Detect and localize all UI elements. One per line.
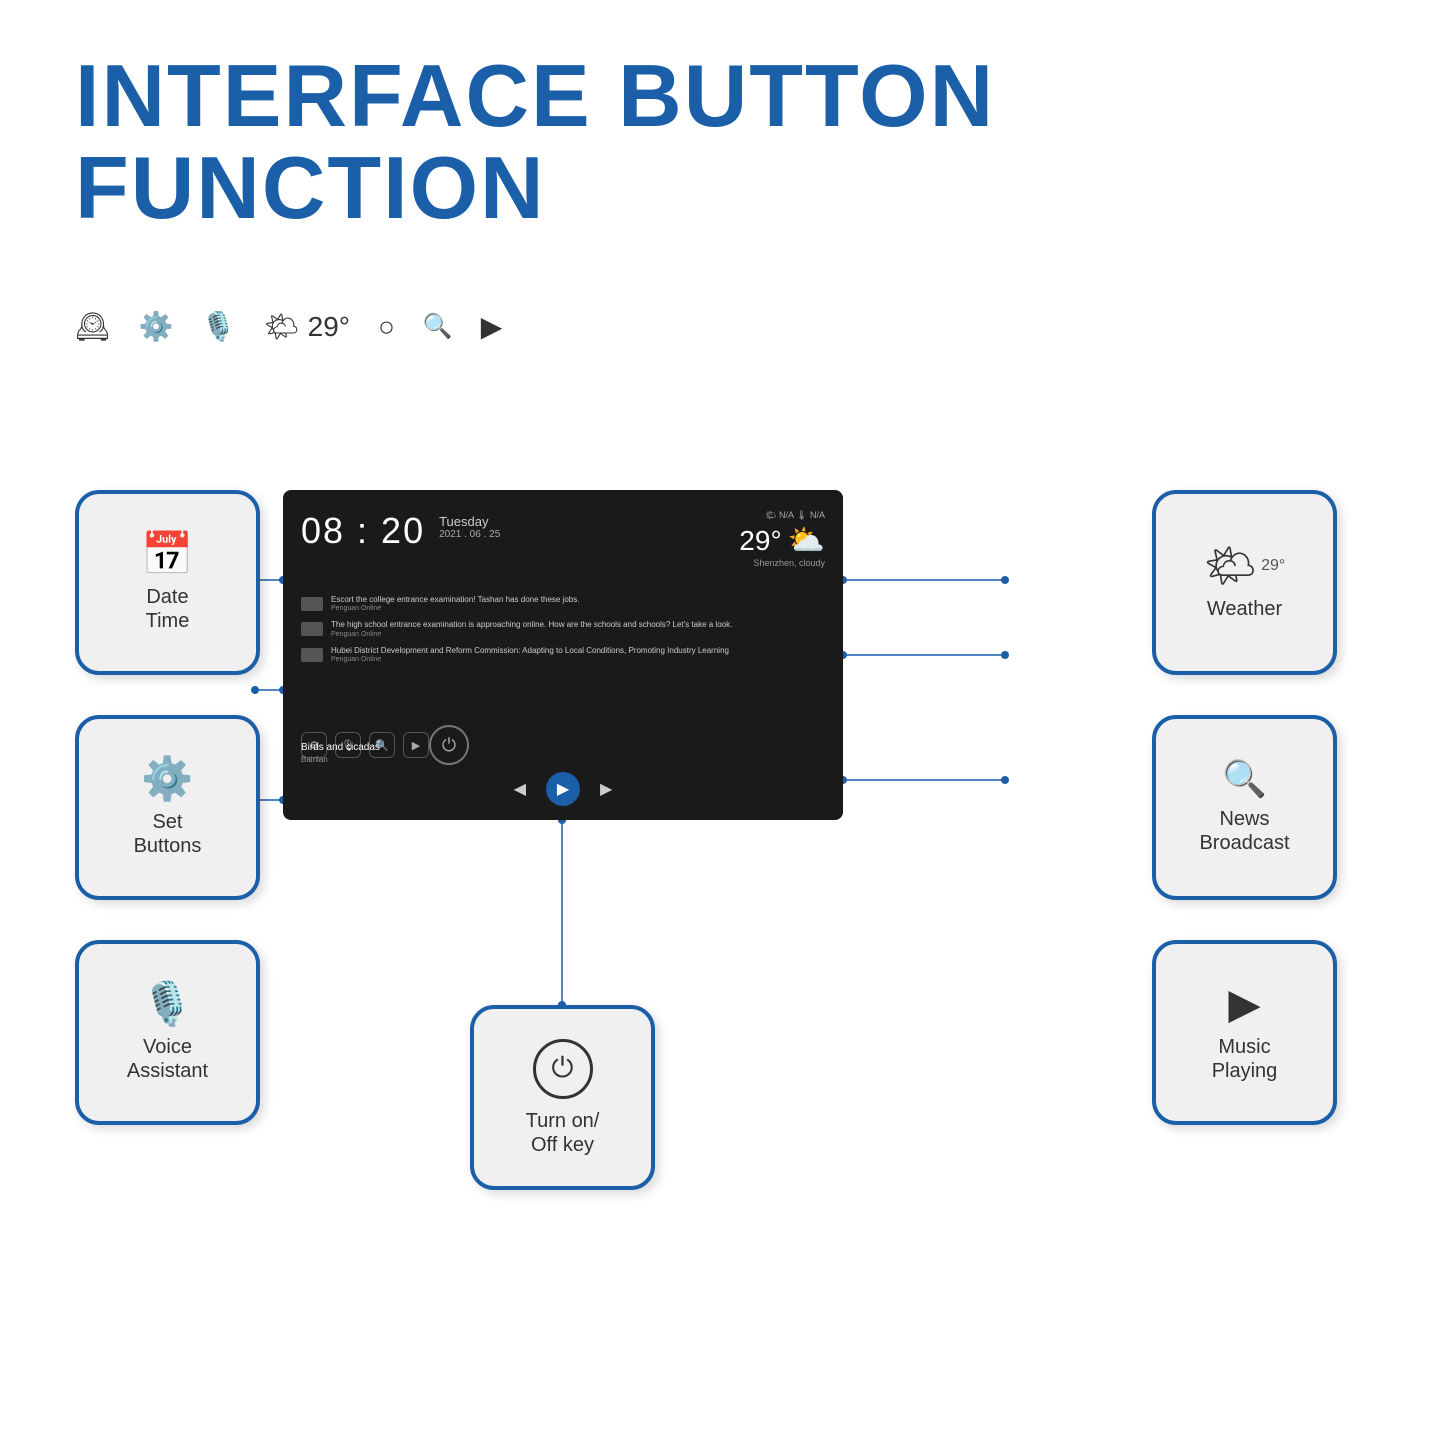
news-broadcast-label: NewsBroadcast [1199,807,1289,855]
news-text-1: Escort the college entrance examination!… [331,595,579,612]
weather-label: Weather [1207,597,1282,621]
music-playing-label: MusicPlaying [1212,1035,1278,1083]
voice-assistant-label: VoiceAssistant [127,1035,208,1083]
set-buttons-label: SetButtons [134,810,202,858]
voice-assistant-card[interactable]: 🎙️ VoiceAssistant [75,940,260,1125]
news-dot-1 [301,597,323,611]
music-artist: Bairilan [301,755,825,764]
news-dot-2 [301,622,323,636]
screen-music: Birds and cicadas Bairilan ◀ ▶ ▶ [301,742,825,806]
weather-sun-cloud-icon: 🌤 [1204,545,1257,587]
screen-full-date: 2021 . 06 . 25 [439,529,500,540]
screen-date-info: Tuesday 2021 . 06 . 25 [439,510,500,540]
icon-row: 🕰 ⚙️ 🎙️ 🌤 29° ○ 🔍 ▶ [75,310,502,343]
filter-search-icon: 🔍 [423,312,453,341]
date-time-card[interactable]: 📅 DateTime [75,490,260,675]
settings-icon: ⚙️ [141,758,193,800]
turn-on-off-label: Turn on/Off key [526,1109,600,1157]
screen-time: 08 : 20 [301,510,425,552]
title-section: INTERFACE BUTTON FUNCTION [75,50,995,235]
power-icon: ⏻ [533,1039,593,1099]
set-buttons-card[interactable]: ⚙️ SetButtons [75,715,260,900]
display-screen: 08 : 20 Tuesday 2021 . 06 . 25 🌤 N/A 🌡 N… [283,490,843,820]
music-controls: ◀ ▶ ▶ [301,772,825,806]
weather-icon: 🌤 29° [264,310,350,343]
main-title-line1: INTERFACE BUTTON [75,50,995,142]
clock-icon: 🕰 [75,310,111,343]
news-broadcast-card[interactable]: 🔍 NewsBroadcast [1152,715,1337,900]
news-text-2: The high school entrance examination is … [331,620,732,637]
news-text-3: Hubei District Development and Reform Co… [331,646,729,663]
screen-weather-icons: 🌤 N/A 🌡 N/A [739,510,825,521]
news-item-3: Hubei District Development and Reform Co… [301,646,825,663]
weather-card[interactable]: 🌤 29° Weather [1152,490,1337,675]
prev-button[interactable]: ◀ [514,779,526,799]
gear-icon: ⚙️ [139,310,174,343]
news-item-2: The high school entrance examination is … [301,620,825,637]
play-pause-button[interactable]: ▶ [546,772,580,806]
mic-icon: 🎙️ [201,310,236,343]
main-title-line2: FUNCTION [75,142,995,234]
news-item-1: Escort the college entrance examination!… [301,595,825,612]
play-icon: ▶ [481,310,503,343]
music-title: Birds and cicadas [301,742,825,753]
screen-weather-icon-big: ⛅ [788,523,825,558]
screen-city: Shenzhen, cloudy [739,558,825,568]
screen-temp: 29° ⛅ [739,523,825,558]
music-playing-card[interactable]: ▶ MusicPlaying [1152,940,1337,1125]
calendar-icon: 📅 [141,533,193,575]
circle-icon: ○ [378,311,395,343]
screen-news: Escort the college entrance examination!… [301,595,825,671]
screen-weather: 🌤 N/A 🌡 N/A 29° ⛅ Shenzhen, cloudy [739,510,825,568]
date-time-label: DateTime [146,585,190,633]
news-icon: 🔍 [1222,761,1267,797]
next-button[interactable]: ▶ [600,779,612,799]
music-play-icon: ▶ [1228,983,1260,1025]
screen-day: Tuesday [439,514,500,529]
microphone-icon: 🎙️ [141,983,193,1025]
turn-on-off-card[interactable]: ⏻ Turn on/Off key [470,1005,655,1190]
news-dot-3 [301,648,323,662]
